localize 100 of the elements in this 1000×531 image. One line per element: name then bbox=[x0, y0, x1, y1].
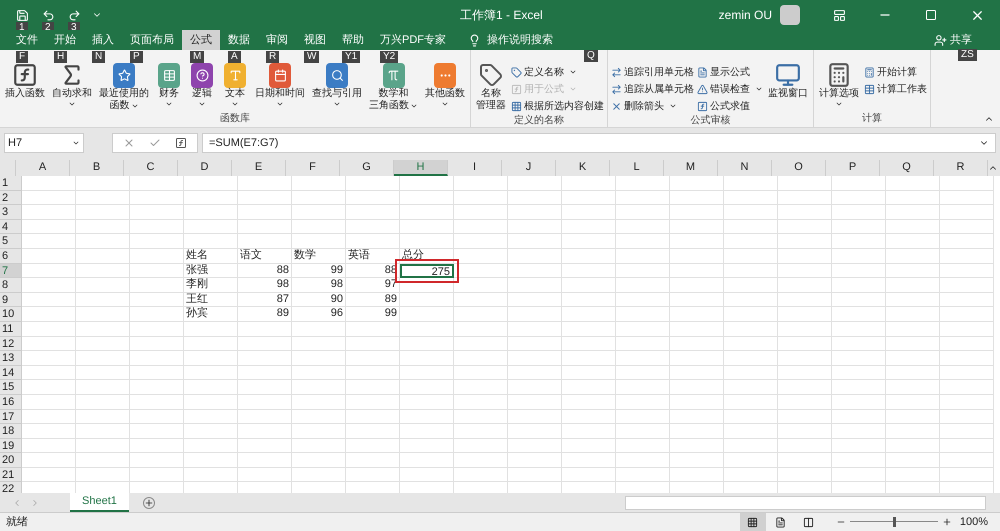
row-header[interactable]: 1 bbox=[0, 176, 22, 191]
column-header[interactable]: P bbox=[826, 160, 880, 176]
ribbon-tab[interactable]: 公式 bbox=[182, 30, 220, 50]
row-header[interactable]: 5 bbox=[0, 234, 22, 249]
row-header[interactable]: 15 bbox=[0, 380, 22, 395]
column-header[interactable]: F bbox=[286, 160, 340, 176]
row-header[interactable]: 8 bbox=[0, 278, 22, 293]
column-header[interactable]: D bbox=[178, 160, 232, 176]
ribbon-small-button[interactable]: 追踪引用单元格 bbox=[611, 64, 694, 80]
ribbon-tab[interactable]: 审阅 bbox=[258, 30, 296, 50]
column-header[interactable]: B bbox=[70, 160, 124, 176]
add-sheet-icon[interactable] bbox=[142, 496, 155, 508]
ribbon-small-button[interactable]: 根据所选内容创建 bbox=[511, 98, 604, 114]
ribbon-tab[interactable]: 页面布局 bbox=[122, 30, 182, 50]
sheet-tab[interactable]: Sheet1 bbox=[70, 493, 129, 512]
row-header[interactable]: 10 bbox=[0, 307, 22, 322]
table-cell bbox=[292, 322, 346, 337]
ribbon-tab[interactable]: 帮助 bbox=[334, 30, 372, 50]
tell-me-button[interactable]: 操作说明搜索 bbox=[468, 30, 553, 50]
column-header[interactable]: J bbox=[502, 160, 556, 176]
name-box[interactable]: H7 bbox=[4, 133, 84, 153]
row-header[interactable]: 3 bbox=[0, 205, 22, 220]
column-header[interactable]: E bbox=[232, 160, 286, 176]
row-header[interactable]: 13 bbox=[0, 351, 22, 366]
ribbon-tab[interactable]: 插入 bbox=[84, 30, 122, 50]
ribbon-small-button[interactable]: 公式求值 bbox=[697, 98, 763, 114]
ribbon-button[interactable]: 查找与引用 bbox=[310, 62, 364, 108]
ribbon-small-button[interactable]: 显示公式 bbox=[697, 64, 763, 80]
column-header[interactable]: Q bbox=[880, 160, 934, 176]
row-header[interactable]: 4 bbox=[0, 220, 22, 234]
table-cell bbox=[616, 438, 670, 454]
column-header[interactable]: C bbox=[124, 160, 178, 176]
column-header[interactable]: H bbox=[394, 160, 448, 176]
ribbon-button[interactable]: 逻辑 bbox=[187, 62, 217, 108]
zoom-percent[interactable]: 100% bbox=[960, 514, 988, 530]
ribbon-tab[interactable]: 视图 bbox=[296, 30, 334, 50]
ribbon-small-button[interactable]: 删除箭头 bbox=[611, 98, 694, 114]
table-cell bbox=[940, 468, 994, 482]
row-header[interactable]: 17 bbox=[0, 410, 22, 424]
column-header[interactable]: I bbox=[448, 160, 502, 176]
ribbon-button[interactable]: 名称 管理器 bbox=[474, 62, 508, 112]
ribbon-button[interactable]: 其他函数 bbox=[423, 62, 467, 108]
share-button[interactable]: 共享 bbox=[934, 30, 972, 50]
column-header[interactable]: M bbox=[664, 160, 718, 176]
table-cell bbox=[886, 292, 940, 308]
row-header[interactable]: 9 bbox=[0, 292, 22, 308]
table-cell bbox=[22, 264, 76, 278]
ribbon-small-button[interactable]: 计算工作表 bbox=[864, 81, 927, 97]
user-name: zemin OU bbox=[718, 7, 772, 24]
row-header[interactable]: 19 bbox=[0, 438, 22, 454]
ribbon-button[interactable]: 计算选项 bbox=[817, 62, 861, 108]
ribbon-button[interactable]: 日期和时间 bbox=[253, 62, 307, 108]
column-header[interactable]: N bbox=[718, 160, 772, 176]
table-cell bbox=[130, 336, 184, 352]
ribbon-button[interactable]: 监视窗口 bbox=[766, 62, 810, 100]
ribbon-tab[interactable]: 数据 bbox=[220, 30, 258, 50]
ribbon-small-button[interactable]: 开始计算 bbox=[864, 64, 927, 80]
row-header[interactable]: 16 bbox=[0, 394, 22, 410]
ribbon-button[interactable]: 插入函数 bbox=[3, 62, 47, 100]
table-cell: 275 bbox=[400, 264, 454, 278]
ribbon-small-button[interactable]: 定义名称 bbox=[511, 64, 604, 80]
row-header[interactable]: 7 bbox=[0, 264, 22, 278]
ribbon-tab[interactable]: 万兴PDF专家 bbox=[372, 30, 454, 50]
table-cell bbox=[562, 322, 616, 337]
ribbon-button[interactable]: 自动求和 bbox=[50, 62, 94, 108]
column-header[interactable]: K bbox=[556, 160, 610, 176]
enter-icon[interactable] bbox=[149, 137, 161, 149]
view-button[interactable] bbox=[740, 513, 766, 531]
horizontal-scrollbar[interactable] bbox=[624, 496, 986, 510]
row-header[interactable]: 2 bbox=[0, 190, 22, 206]
table-cell bbox=[508, 366, 562, 380]
column-header[interactable]: O bbox=[772, 160, 826, 176]
cancel-icon[interactable] bbox=[123, 137, 135, 149]
row-header[interactable]: 21 bbox=[0, 468, 22, 482]
ribbon-small-button[interactable]: 追踪从属单元格 bbox=[611, 81, 694, 97]
formula-input[interactable]: =SUM(E7:G7) bbox=[202, 133, 996, 153]
table-cell bbox=[346, 468, 400, 482]
zoom-slider[interactable] bbox=[850, 516, 938, 528]
table-cell bbox=[562, 292, 616, 308]
ribbon-button[interactable]: 最近使用的 函数 bbox=[97, 62, 151, 112]
zoom-in-icon[interactable] bbox=[942, 517, 952, 527]
row-header[interactable]: 12 bbox=[0, 336, 22, 352]
ribbon-small-button[interactable]: 错误检查 bbox=[697, 81, 763, 97]
save-button[interactable] bbox=[14, 8, 30, 22]
column-header[interactable]: R bbox=[934, 160, 988, 176]
keytip: Q bbox=[584, 50, 598, 62]
ribbon-button[interactable]: 文本 bbox=[220, 62, 250, 108]
table-cell bbox=[616, 366, 670, 380]
ribbon-button[interactable]: 财务 bbox=[154, 62, 184, 108]
row-header[interactable]: 6 bbox=[0, 248, 22, 264]
row-header[interactable]: 18 bbox=[0, 424, 22, 439]
row-header[interactable]: 11 bbox=[0, 322, 22, 337]
ribbon-button[interactable]: 数学和 三角函数 bbox=[367, 62, 420, 112]
row-header[interactable]: 20 bbox=[0, 453, 22, 468]
zoom-thumb[interactable] bbox=[892, 517, 896, 527]
table-cell bbox=[238, 366, 292, 380]
column-header[interactable]: L bbox=[610, 160, 664, 176]
row-header[interactable]: 14 bbox=[0, 366, 22, 380]
row-header[interactable]: 22 bbox=[0, 482, 22, 493]
insert-function-icon[interactable] bbox=[175, 137, 187, 149]
